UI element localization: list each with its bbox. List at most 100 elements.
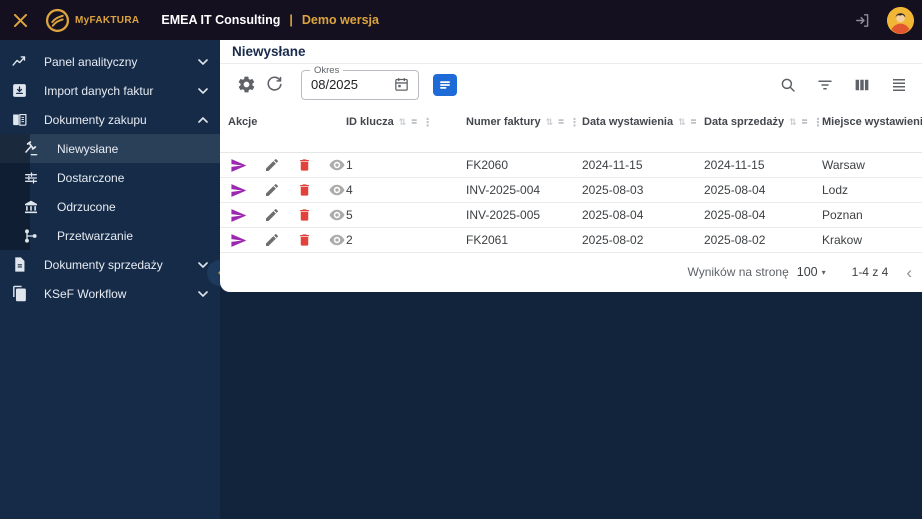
sidebar-item-dostarczone[interactable]: Dostarczone <box>0 163 220 192</box>
row-actions <box>228 156 346 174</box>
delete-icon[interactable] <box>295 181 313 199</box>
cell-invoice: INV-2025-004 <box>466 183 541 197</box>
cell-id: 5 <box>346 208 353 222</box>
sidebar: Panel analityczny Import danych faktur D… <box>0 40 233 519</box>
company-name: EMEA IT Consulting <box>161 13 281 27</box>
cell-issue-date: 2025-08-04 <box>582 208 644 222</box>
column-menu-icon[interactable]: ⋮ <box>569 116 580 129</box>
view-icon[interactable] <box>328 156 346 174</box>
calendar-icon[interactable] <box>391 75 411 95</box>
sidebar-item-import-danych-faktur[interactable]: Import danych faktur <box>0 76 220 105</box>
column-header-data-sprzedazy[interactable]: Data sprzedaży ⇅ = ⋮ <box>704 105 822 152</box>
filter-equals-icon[interactable]: = <box>411 116 417 129</box>
column-menu-icon[interactable]: ⋮ <box>422 116 433 129</box>
page-size-value: 100 <box>796 265 818 279</box>
edit-icon[interactable] <box>263 156 281 174</box>
cell-id: 4 <box>346 183 353 197</box>
user-avatar[interactable] <box>887 6 914 34</box>
period-field-label: Okres <box>310 64 344 76</box>
sidebar-item-dokumenty-sprzedazy[interactable]: Dokumenty sprzedaży <box>0 250 220 279</box>
page-size-label: Wyników na stronę <box>687 265 789 279</box>
chevron-down-icon <box>198 290 208 297</box>
sidebar-item-niewyslane[interactable]: Niewysłane <box>0 134 220 163</box>
sidebar-item-label: Panel analityczny <box>44 54 138 69</box>
edit-icon[interactable] <box>263 231 281 249</box>
sidebar-item-odrzucone[interactable]: Odrzucone <box>0 192 220 221</box>
brand-logo: MyFAKTURA <box>45 8 139 33</box>
column-menu-icon[interactable]: ⋮ <box>812 116 822 129</box>
filter-equals-icon[interactable]: = <box>802 116 808 129</box>
view-icon[interactable] <box>328 231 346 249</box>
logout-icon[interactable] <box>849 7 875 33</box>
sidebar-item-dokumenty-zakupu[interactable]: Dokumenty zakupu <box>0 105 220 134</box>
sidebar-item-label: KSeF Workflow <box>44 286 127 301</box>
delete-icon[interactable] <box>295 206 313 224</box>
cell-invoice: INV-2025-005 <box>466 208 541 222</box>
sidebar-item-przetwarzanie[interactable]: Przetwarzanie <box>0 221 220 250</box>
sidebar-item-label: Odrzucone <box>57 199 116 214</box>
close-icon[interactable] <box>3 3 37 37</box>
sliders-icon <box>22 169 39 186</box>
cell-issue-date: 2025-08-02 <box>582 233 644 247</box>
sidebar-item-label: Import danych faktur <box>44 83 154 98</box>
page-title: Niewysłane <box>232 44 306 59</box>
search-icon[interactable] <box>777 74 799 96</box>
sort-icon[interactable]: ⇅ <box>546 116 554 130</box>
cell-place: Warsaw <box>822 158 865 172</box>
sidebar-item-label: Dostarczone <box>57 170 125 185</box>
sort-icon[interactable]: ⇅ <box>789 116 797 130</box>
row-actions <box>228 206 346 224</box>
page-size-select[interactable]: 100 ▾ <box>797 265 826 279</box>
app-header: MyFAKTURA EMEA IT Consulting | Demo wers… <box>0 0 922 40</box>
caret-down-icon: ▾ <box>821 267 826 277</box>
column-header-numer-faktury[interactable]: Numer faktury ⇅ = ⋮ <box>466 105 582 152</box>
sidebar-item-ksef-workflow[interactable]: KSeF Workflow <box>0 279 220 308</box>
send-icon[interactable] <box>230 181 248 199</box>
chevron-up-icon <box>198 116 208 123</box>
edit-icon[interactable] <box>263 206 281 224</box>
filter-equals-icon[interactable]: = <box>691 116 697 129</box>
column-header-id-klucza[interactable]: ID klucza ⇅ = ⋮ <box>346 105 466 152</box>
previous-page-button[interactable]: ‹ <box>906 264 912 281</box>
brand-name: MyFAKTURA <box>75 14 140 26</box>
send-icon[interactable] <box>230 206 248 224</box>
import-icon <box>10 82 28 100</box>
table-header-row: Akcje ID klucza ⇅ = ⋮ Numer faktury ⇅ = ⋮ Data… <box>220 105 922 153</box>
book-icon <box>10 111 28 129</box>
cell-sale-date: 2025-08-04 <box>704 183 766 197</box>
view-icon[interactable] <box>328 181 346 199</box>
sort-icon[interactable]: ⇅ <box>399 116 407 130</box>
column-header-miejsce-wystawienia[interactable]: Miejsce wystawienia⇅ <box>822 105 922 152</box>
period-input[interactable] <box>311 77 379 92</box>
view-icon[interactable] <box>328 206 346 224</box>
cell-id: 2 <box>346 233 353 247</box>
table-row: 4 INV-2025-004 2025-08-03 2025-08-04 Lod… <box>220 178 922 203</box>
sidebar-item-label: Dokumenty zakupu <box>44 112 147 127</box>
chart-icon <box>10 53 28 71</box>
filter-icon[interactable] <box>814 74 836 96</box>
column-header-data-wystawienia[interactable]: Data wystawienia⇅=⋮ <box>582 105 704 152</box>
header-divider: | <box>289 13 293 27</box>
delete-icon[interactable] <box>295 231 313 249</box>
cell-place: Poznan <box>822 208 863 222</box>
table-row: 2 FK2061 2025-08-02 2025-08-02 Krakow <box>220 228 922 253</box>
refresh-icon[interactable] <box>260 71 288 99</box>
demo-mode-label: Demo wersja <box>301 13 379 27</box>
edit-icon[interactable] <box>263 181 281 199</box>
cell-issue-date: 2025-08-03 <box>582 183 644 197</box>
cell-place: Lodz <box>822 183 849 197</box>
table-tools <box>777 74 914 96</box>
report-icon[interactable] <box>433 73 457 96</box>
columns-icon[interactable] <box>851 74 873 96</box>
settings-icon[interactable] <box>232 71 260 99</box>
title-bar: Niewysłane <box>220 40 922 64</box>
filter-equals-icon[interactable]: = <box>558 116 564 129</box>
sort-icon[interactable]: ⇅ <box>678 116 686 130</box>
sidebar-item-panel-analityczny[interactable]: Panel analityczny <box>0 47 220 76</box>
row-actions <box>228 181 346 199</box>
send-icon[interactable] <box>230 231 248 249</box>
delete-icon[interactable] <box>295 156 313 174</box>
send-icon[interactable] <box>230 156 248 174</box>
density-icon[interactable] <box>888 74 910 96</box>
chevron-down-icon <box>198 87 208 94</box>
